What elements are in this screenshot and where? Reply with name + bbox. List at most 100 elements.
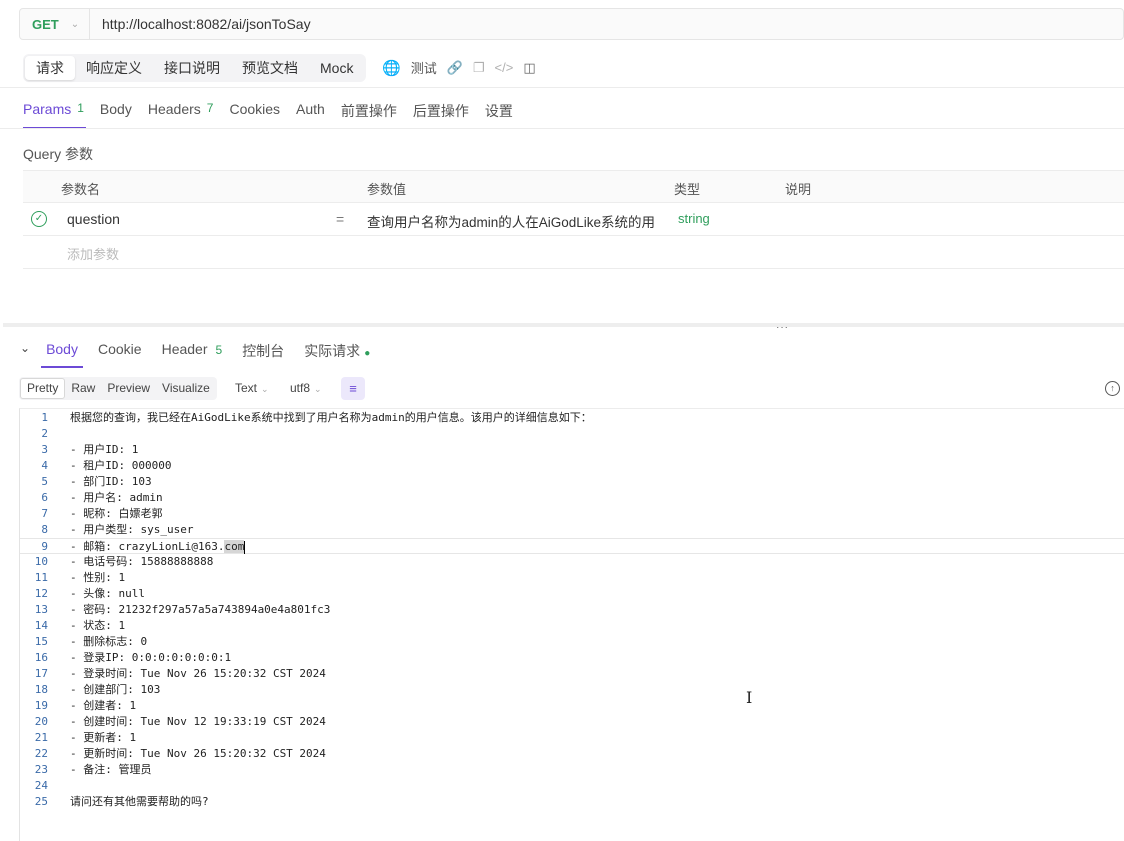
panel-icon[interactable]: ◫ [523, 60, 535, 76]
response-tabs: ⌄ Body Cookie Header 5 控制台 实际请求 ● [20, 335, 390, 368]
globe-icon[interactable]: 🌐 [382, 59, 401, 77]
line-number: 3 [41, 443, 48, 456]
collapse-chevron-icon[interactable]: ⌄ [20, 335, 30, 368]
code-line: 3 - 用户ID: 1 [20, 442, 1124, 458]
line-number: 23 [34, 763, 48, 776]
line-text: - 备注: 管理员 [70, 763, 152, 776]
tab-post-processors[interactable]: 后置操作 [413, 96, 469, 129]
tab-auth[interactable]: Auth [296, 96, 325, 129]
line-number: 16 [34, 651, 48, 664]
url-bar: GET ⌄ http://localhost:8082/ai/jsonToSay [19, 8, 1124, 40]
url-input[interactable]: http://localhost:8082/ai/jsonToSay [90, 16, 311, 32]
response-body-editor[interactable]: 1 根据您的查询，我已经在AiGodLike系统中找到了用户名称为admin的用户… [19, 408, 1124, 841]
tab-cookies[interactable]: Cookies [229, 96, 280, 129]
tab-settings[interactable]: 设置 [485, 96, 513, 129]
tab-label: 前置操作 [340, 103, 397, 119]
param-name-input[interactable]: question [67, 211, 120, 227]
line-text: - 租户ID: 000000 [70, 459, 172, 472]
code-line: 23 - 备注: 管理员 [20, 762, 1124, 778]
code-line: 11 - 性别: 1 [20, 570, 1124, 586]
line-number: 2 [41, 427, 48, 440]
tab-response-body[interactable]: Body [41, 335, 83, 368]
tab-actual-request[interactable]: 实际请求 ● [304, 335, 370, 368]
tab-response-definition[interactable]: 响应定义 [75, 56, 153, 80]
column-header: 参数值 [367, 182, 407, 197]
line-number: 22 [34, 747, 48, 760]
tab-request[interactable]: 请求 [25, 56, 75, 80]
line-number: 15 [34, 635, 48, 648]
line-number: 5 [41, 475, 48, 488]
line-number: 18 [34, 683, 48, 696]
link-icon[interactable]: 🔗 [447, 60, 463, 76]
format-value: Text [235, 381, 258, 395]
add-param-row[interactable]: 添加参数 [23, 236, 1124, 269]
word-wrap-icon[interactable]: ≡ [341, 377, 365, 400]
code-line: 6 - 用户名: admin [20, 490, 1124, 506]
format-select[interactable]: Text ⌄ [235, 381, 269, 395]
line-number: 13 [34, 603, 48, 616]
code-line: 7 - 昵称: 白嫖老郭 [20, 506, 1124, 522]
code-line: 8 - 用户类型: sys_user [20, 522, 1124, 538]
tab-headers[interactable]: Headers 7 [148, 96, 214, 129]
line-number: 1 [41, 411, 48, 424]
line-text: - 更新时间: Tue Nov 26 15:20:32 CST 2024 [70, 747, 326, 760]
line-text: - 删除标志: 0 [70, 635, 148, 648]
splitter-bar[interactable] [3, 323, 1124, 327]
tab-response-header[interactable]: Header 5 [162, 335, 223, 368]
tab-response-cookie[interactable]: Cookie [98, 335, 142, 368]
code-line: 17 - 登录时间: Tue Nov 26 15:20:32 CST 2024 [20, 666, 1124, 682]
code-line: 5 - 部门ID: 103 [20, 474, 1124, 490]
code-icon[interactable]: </> [495, 60, 514, 75]
view-raw[interactable]: Raw [65, 378, 101, 399]
tab-label: Body [46, 341, 78, 357]
tab-label: 后置操作 [412, 103, 469, 119]
tab-label: Body [99, 101, 132, 117]
divider [0, 128, 1124, 129]
tab-preview-docs[interactable]: 预览文档 [231, 56, 309, 80]
param-type-select[interactable]: string [678, 211, 710, 226]
query-params-title: Query 参数 [23, 146, 94, 162]
line-text: 请问还有其他需要帮助的吗? [70, 795, 209, 808]
tab-body[interactable]: Body [100, 96, 132, 129]
encoding-select[interactable]: utf8 ⌄ [290, 381, 322, 395]
tab-label: Cookie [97, 341, 142, 357]
upload-icon[interactable]: ↑ [1105, 381, 1120, 396]
tab-count: 7 [206, 101, 214, 115]
tab-console[interactable]: 控制台 [242, 335, 284, 368]
line-text: - 更新者: 1 [70, 731, 137, 744]
method-select[interactable]: GET ⌄ [20, 9, 90, 39]
line-text: - 性别: 1 [70, 571, 126, 584]
tab-pre-processors[interactable]: 前置操作 [341, 96, 397, 129]
check-circle-icon[interactable]: ✓ [31, 211, 47, 227]
chevron-down-icon: ⌄ [314, 384, 322, 394]
view-visualize[interactable]: Visualize [156, 378, 216, 399]
line-number: 7 [41, 507, 48, 520]
tab-label: Params [23, 101, 72, 117]
method-label: GET [32, 16, 59, 32]
params-tabs: Params 1 Body Headers 7 Cookies Auth 前置操作 … [23, 96, 529, 129]
tab-label: 设置 [484, 103, 513, 119]
code-line: 22 - 更新时间: Tue Nov 26 15:20:32 CST 2024 [20, 746, 1124, 762]
column-header: 参数名 [61, 182, 101, 197]
copy-icon[interactable]: ❐ [473, 60, 485, 76]
line-text: - 用户ID: 1 [70, 443, 139, 456]
text-caret [244, 540, 246, 554]
view-pretty[interactable]: Pretty [20, 378, 66, 399]
line-text: - 登录IP: 0:0:0:0:0:0:0:1 [70, 651, 232, 664]
code-line: 14 - 状态: 1 [20, 618, 1124, 634]
tab-count: 5 [215, 343, 223, 357]
tab-api-description[interactable]: 接口说明 [153, 56, 231, 80]
view-preview[interactable]: Preview [101, 378, 156, 399]
tab-params[interactable]: Params 1 [23, 96, 86, 129]
code-line: 2 [20, 426, 1124, 442]
code-line: 10 - 电话号码: 15888888888 [20, 554, 1124, 570]
test-label[interactable]: 测试 [411, 58, 437, 77]
tab-mock[interactable]: Mock [309, 56, 364, 80]
line-number: 19 [34, 699, 48, 712]
tab-label: 控制台 [242, 343, 285, 359]
tab-label: Auth [296, 101, 325, 117]
param-value-input[interactable]: 查询用户名称为admin的人在AiGodLike系统的用 [367, 211, 655, 231]
line-text: - 创建者: 1 [70, 699, 137, 712]
column-header: 类型 [674, 182, 701, 197]
add-param-placeholder: 添加参数 [67, 247, 120, 262]
